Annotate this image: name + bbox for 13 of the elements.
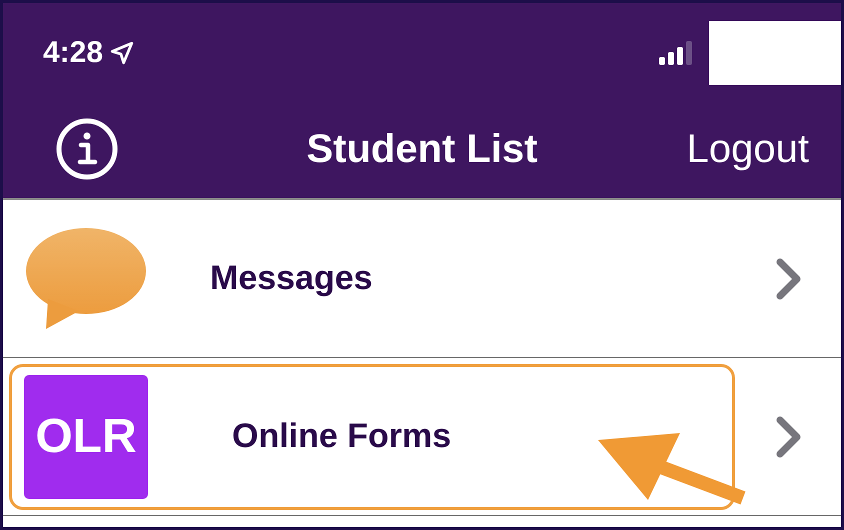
speech-bubble-icon xyxy=(24,226,148,330)
item-label: Messages xyxy=(210,259,373,298)
app-badge-icon: OLR xyxy=(24,374,148,498)
logout-button[interactable]: Logout xyxy=(686,126,809,172)
chevron-icon xyxy=(775,256,803,300)
list-row[interactable]: Messages xyxy=(3,200,841,358)
item-label: Online Forms xyxy=(232,417,452,456)
list-row[interactable]: OLR Online Forms xyxy=(3,358,841,516)
location-arrow-icon xyxy=(109,40,136,66)
info-button[interactable] xyxy=(55,117,119,181)
status-time: 4:28 xyxy=(43,36,104,70)
chevron-icon xyxy=(775,414,803,458)
screen-title: Student List xyxy=(306,126,538,172)
